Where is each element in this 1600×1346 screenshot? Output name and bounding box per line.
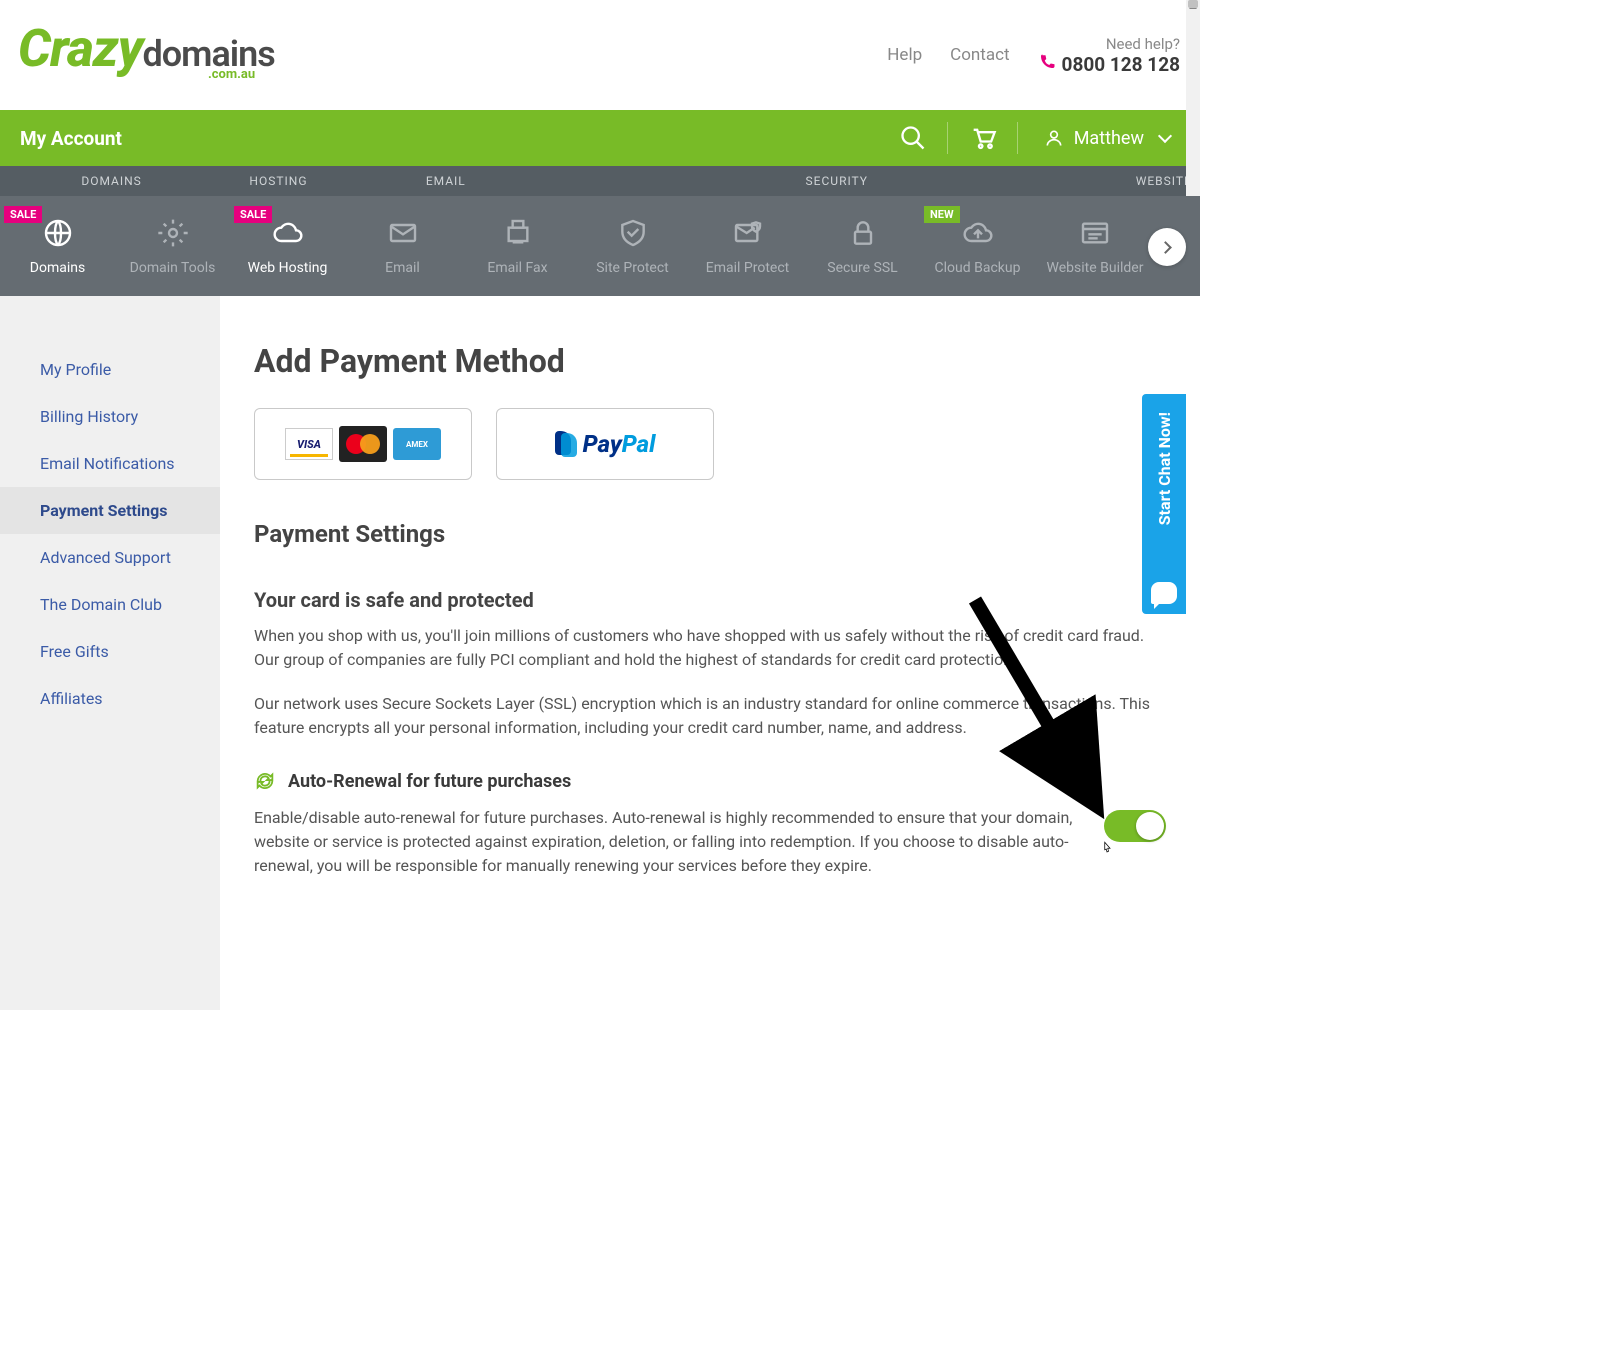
sale-badge: SALE bbox=[4, 206, 42, 223]
sale-badge: SALE bbox=[234, 206, 272, 223]
sidebar-item-advanced-support[interactable]: Advanced Support bbox=[0, 534, 220, 581]
tile-cloud-backup[interactable]: NEW Cloud Backup bbox=[920, 196, 1035, 296]
tile-secure-ssl[interactable]: Secure SSL bbox=[805, 196, 920, 296]
gear-icon bbox=[156, 216, 190, 250]
need-help-label: Need help? bbox=[1038, 35, 1180, 53]
fax-icon bbox=[501, 216, 535, 250]
tile-domains[interactable]: SALE Domains bbox=[0, 196, 115, 296]
cart-button[interactable] bbox=[948, 110, 1018, 166]
category-tiles: SALE Domains Domain Tools SALE Web Hosti… bbox=[0, 196, 1200, 296]
scrollbar-thumb[interactable] bbox=[1188, 0, 1198, 8]
search-button[interactable] bbox=[878, 110, 948, 166]
payment-option-paypal[interactable]: PayPal bbox=[496, 408, 714, 480]
account-bar-title: My Account bbox=[20, 127, 122, 150]
help-link[interactable]: Help bbox=[887, 45, 922, 65]
new-badge: NEW bbox=[924, 206, 960, 223]
search-icon bbox=[899, 124, 927, 152]
logo[interactable]: Crazy domains .com.au bbox=[18, 28, 275, 82]
paypal-icon bbox=[555, 431, 577, 457]
top-header: Crazy domains .com.au Help Contact Need … bbox=[0, 0, 1200, 110]
logo-brand: Crazy bbox=[18, 28, 143, 70]
mastercard-icon bbox=[339, 426, 387, 462]
sidebar-item-billing-history[interactable]: Billing History bbox=[0, 393, 220, 440]
tile-site-protect[interactable]: Site Protect bbox=[575, 196, 690, 296]
phone-number[interactable]: 0800 128 128 bbox=[1038, 53, 1180, 76]
auto-renewal-toggle[interactable] bbox=[1104, 810, 1166, 842]
account-bar: My Account Matthew bbox=[0, 110, 1200, 166]
card-safe-paragraph-1: When you shop with us, you'll join milli… bbox=[254, 624, 1166, 672]
cart-icon bbox=[969, 124, 997, 152]
lock-icon bbox=[846, 216, 880, 250]
contact-link[interactable]: Contact bbox=[950, 45, 1009, 65]
sidebar-item-my-profile[interactable]: My Profile bbox=[0, 346, 220, 393]
mail-shield-icon bbox=[731, 216, 765, 250]
tile-email-fax[interactable]: Email Fax bbox=[460, 196, 575, 296]
category-label-hosting: HOSTING bbox=[223, 166, 334, 196]
sidebar-item-affiliates[interactable]: Affiliates bbox=[0, 675, 220, 722]
category-labels: DOMAINS HOSTING EMAIL SECURITY WEBSITES bbox=[0, 166, 1200, 196]
tile-web-hosting[interactable]: SALE Web Hosting bbox=[230, 196, 345, 296]
sidebar-item-free-gifts[interactable]: Free Gifts bbox=[0, 628, 220, 675]
chevron-down-icon bbox=[1158, 129, 1172, 143]
settings-sidebar: My Profile Billing History Email Notific… bbox=[0, 296, 220, 1010]
sidebar-item-email-notifications[interactable]: Email Notifications bbox=[0, 440, 220, 487]
auto-renewal-icon bbox=[254, 770, 276, 792]
chat-tab-label: Start Chat Now! bbox=[1155, 412, 1174, 525]
user-menu[interactable]: Matthew bbox=[1018, 128, 1180, 149]
auto-renewal-description: Enable/disable auto-renewal for future p… bbox=[254, 806, 1074, 878]
auto-renewal-title: Auto-Renewal for future purchases bbox=[288, 771, 571, 792]
website-icon bbox=[1078, 216, 1112, 250]
sidebar-item-payment-settings[interactable]: Payment Settings bbox=[0, 487, 220, 534]
toggle-knob bbox=[1136, 812, 1164, 840]
shield-icon bbox=[616, 216, 650, 250]
tile-domain-tools[interactable]: Domain Tools bbox=[115, 196, 230, 296]
mail-icon bbox=[386, 216, 420, 250]
tile-email-protect[interactable]: Email Protect bbox=[690, 196, 805, 296]
tile-website-builder[interactable]: Website Builder bbox=[1035, 196, 1155, 296]
sidebar-item-domain-club[interactable]: The Domain Club bbox=[0, 581, 220, 628]
card-safe-title: Your card is safe and protected bbox=[254, 588, 1166, 612]
globe-icon bbox=[41, 216, 75, 250]
amex-icon: AMEX bbox=[393, 428, 441, 460]
content-area: Add Payment Method VISA AMEX PayPal Paym… bbox=[220, 296, 1200, 1010]
user-name: Matthew bbox=[1074, 128, 1144, 149]
cloud-icon bbox=[271, 216, 305, 250]
category-label-email: EMAIL bbox=[334, 166, 558, 196]
chat-bubble-icon bbox=[1151, 582, 1177, 604]
tiles-scroll-next[interactable] bbox=[1148, 228, 1186, 266]
tile-email[interactable]: Email bbox=[345, 196, 460, 296]
visa-icon: VISA bbox=[285, 428, 333, 460]
payment-option-credit-card[interactable]: VISA AMEX bbox=[254, 408, 472, 480]
user-icon bbox=[1044, 128, 1064, 148]
page-title: Add Payment Method bbox=[254, 342, 1166, 380]
cloud-backup-icon bbox=[961, 216, 995, 250]
chevron-right-icon bbox=[1159, 241, 1172, 254]
card-safe-paragraph-2: Our network uses Secure Sockets Layer (S… bbox=[254, 692, 1166, 740]
phone-icon bbox=[1038, 53, 1056, 76]
start-chat-tab[interactable]: Start Chat Now! bbox=[1142, 394, 1186, 614]
section-title: Payment Settings bbox=[254, 520, 1166, 548]
category-label-domains: DOMAINS bbox=[0, 166, 223, 196]
category-label-security: SECURITY bbox=[558, 166, 1116, 196]
